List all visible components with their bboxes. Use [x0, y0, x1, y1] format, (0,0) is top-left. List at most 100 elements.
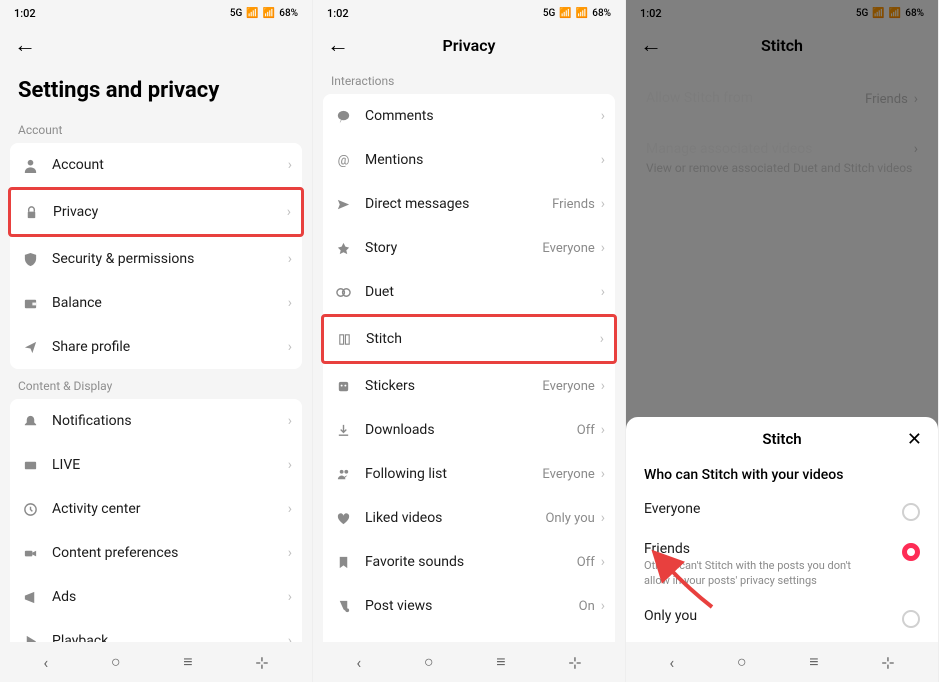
row-story[interactable]: StoryEveryone ›	[323, 226, 615, 270]
row-live[interactable]: LIVE›	[10, 443, 302, 487]
row-following-list[interactable]: Following listEveryone›	[323, 452, 615, 496]
row-share-profile[interactable]: Share profile›	[10, 325, 302, 369]
row-label: Notifications	[52, 413, 288, 429]
sheet-title: Stitch	[762, 430, 801, 448]
row-value: Only you	[545, 511, 594, 526]
row-label: Account	[52, 157, 288, 173]
row-stickers[interactable]: StickersEveryone›	[323, 364, 615, 408]
row-value: On	[579, 599, 595, 614]
svg-text:@: @	[337, 153, 349, 168]
row-label: Stitch	[366, 331, 600, 347]
chevron-icon: ›	[288, 501, 292, 517]
postview-icon	[333, 598, 353, 614]
row-comments[interactable]: Comments›	[323, 94, 615, 138]
shield-icon	[20, 251, 40, 267]
video-icon	[20, 545, 40, 561]
row-ads[interactable]: Ads›	[10, 575, 302, 619]
chevron-icon: ›	[601, 108, 605, 124]
option-only-you[interactable]: Only you	[626, 598, 938, 638]
row-account[interactable]: Account›	[10, 143, 302, 187]
sheet-subtitle: Who can Stitch with your videos	[626, 461, 938, 491]
radio-icon[interactable]	[902, 543, 920, 561]
row-security-permissions[interactable]: Security & permissions›	[10, 237, 302, 281]
row-value: Everyone	[542, 379, 594, 394]
close-icon[interactable]: ✕	[907, 429, 922, 450]
page-title: Settings and privacy	[0, 64, 312, 113]
chevron-icon: ›	[288, 295, 292, 311]
section-content: Content & Display	[0, 369, 312, 399]
chevron-icon: ›	[288, 589, 292, 605]
chevron-icon: ›	[601, 598, 605, 614]
row-downloads[interactable]: DownloadsOff›	[323, 408, 615, 452]
clock: 1:02	[327, 7, 349, 20]
row-favorite-sounds[interactable]: Favorite soundsOff›	[323, 540, 615, 584]
option-friends[interactable]: FriendsOthers can't Stitch with the post…	[626, 531, 938, 598]
settings-panel: 1:02 5G📶📶68% ← Settings and privacy Acco…	[0, 0, 313, 682]
row-direct-messages[interactable]: Direct messagesFriends›	[323, 182, 615, 226]
status-icons: 5G📶📶68%	[543, 8, 611, 19]
chevron-icon: ›	[601, 196, 605, 212]
nav-home-icon[interactable]: ○	[424, 652, 434, 672]
nav-home-icon[interactable]: ○	[737, 652, 747, 672]
chevron-icon: ›	[288, 545, 292, 561]
nav-recent-icon[interactable]: ≡	[496, 652, 505, 672]
chevron-icon: ›	[288, 339, 292, 355]
chevron-icon: ›	[288, 413, 292, 429]
row-activity-center[interactable]: Activity center›	[10, 487, 302, 531]
row-value: Everyone	[542, 467, 594, 482]
nav-accessibility-icon[interactable]: ⊹	[881, 653, 894, 672]
nav-accessibility-icon[interactable]: ⊹	[255, 653, 268, 672]
nav-back-icon[interactable]: ‹	[43, 653, 48, 672]
back-icon[interactable]: ←	[327, 32, 349, 58]
clock-icon	[20, 501, 40, 517]
header: ←	[0, 26, 312, 64]
row-content-preferences[interactable]: Content preferences›	[10, 531, 302, 575]
privacy-panel: 1:02 5G📶📶68% ← Privacy Interactions Comm…	[313, 0, 626, 682]
row-label: Privacy	[53, 204, 287, 220]
nav-accessibility-icon[interactable]: ⊹	[568, 653, 581, 672]
back-icon[interactable]: ←	[14, 32, 36, 58]
option-everyone[interactable]: Everyone	[626, 491, 938, 531]
option-label: Friends	[644, 541, 902, 557]
mega-icon	[20, 589, 40, 605]
chevron-icon: ›	[601, 152, 605, 168]
sheet-header: Stitch ✕	[626, 417, 938, 461]
row-label: Duet	[365, 284, 601, 300]
radio-icon[interactable]	[902, 610, 920, 628]
nav-bar: ‹ ○ ≡ ⊹	[313, 642, 625, 682]
row-liked-videos[interactable]: Liked videosOnly you›	[323, 496, 615, 540]
row-label: LIVE	[52, 457, 288, 473]
row-mentions[interactable]: @Mentions›	[323, 138, 615, 182]
share-icon	[20, 339, 40, 355]
chevron-icon: ›	[601, 240, 605, 256]
nav-recent-icon[interactable]: ≡	[809, 652, 818, 672]
chevron-icon: ›	[600, 331, 604, 347]
row-label: Story	[365, 240, 542, 256]
row-stitch[interactable]: Stitch›	[324, 317, 614, 361]
nav-back-icon[interactable]: ‹	[356, 653, 361, 672]
nav-back-icon[interactable]: ‹	[669, 653, 674, 672]
chevron-icon: ›	[288, 457, 292, 473]
at-icon: @	[333, 152, 353, 168]
chevron-icon: ›	[601, 466, 605, 482]
row-value: Everyone	[542, 241, 594, 256]
row-post-views[interactable]: Post viewsOn›	[323, 584, 615, 628]
clock: 1:02	[14, 7, 36, 20]
row-label: Share profile	[52, 339, 288, 355]
row-balance[interactable]: Balance›	[10, 281, 302, 325]
nav-home-icon[interactable]: ○	[111, 652, 121, 672]
row-duet[interactable]: Duet›	[323, 270, 615, 314]
story-icon	[333, 240, 353, 256]
row-value: Friends	[552, 197, 595, 212]
radio-icon[interactable]	[902, 503, 920, 521]
row-notifications[interactable]: Notifications›	[10, 399, 302, 443]
chevron-icon: ›	[287, 204, 291, 220]
status-icons: 5G📶📶68%	[230, 8, 298, 19]
nav-recent-icon[interactable]: ≡	[183, 652, 192, 672]
interactions-card: Comments›@Mentions›Direct messagesFriend…	[323, 94, 615, 672]
status-bar: 1:02 5G📶📶68%	[313, 0, 625, 26]
row-label: Comments	[365, 108, 601, 124]
wallet-icon	[20, 295, 40, 311]
stitch-icon	[334, 331, 354, 347]
row-privacy[interactable]: Privacy›	[11, 190, 301, 234]
